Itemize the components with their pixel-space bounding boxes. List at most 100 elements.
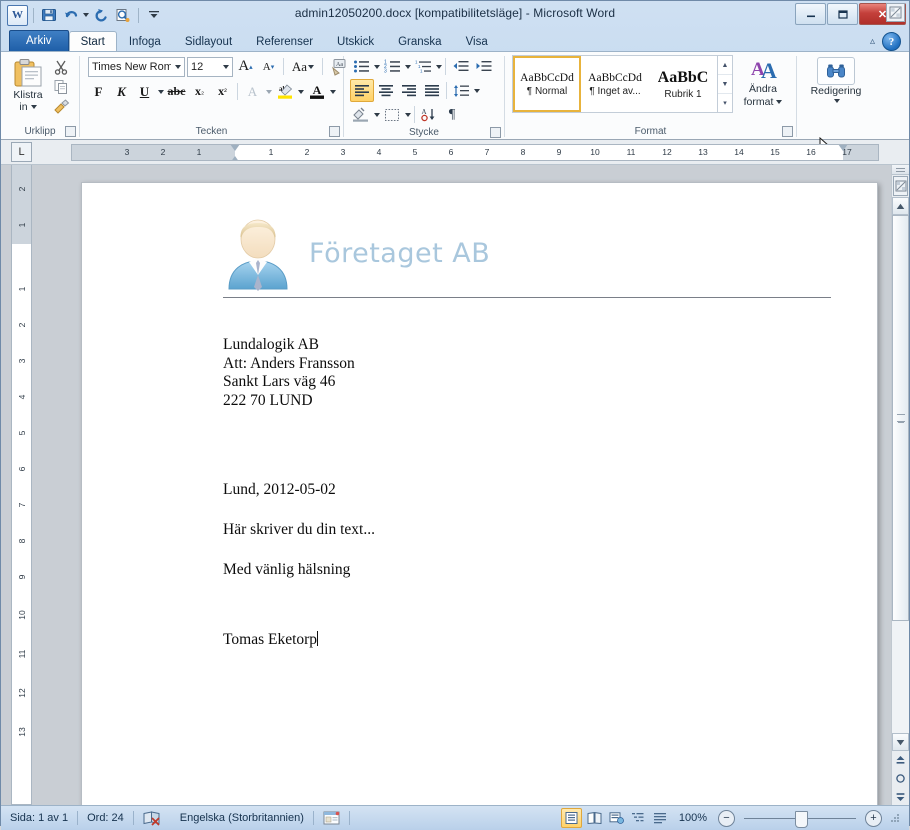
- paste-dropdown-icon[interactable]: [30, 105, 37, 109]
- text-effects-icon[interactable]: A: [242, 81, 263, 102]
- change-styles-dropdown-icon[interactable]: [776, 100, 783, 105]
- highlight-icon[interactable]: ab: [274, 81, 295, 102]
- tab-infoga[interactable]: Infoga: [117, 31, 173, 52]
- help-icon[interactable]: ?: [882, 32, 901, 51]
- subscript-button[interactable]: x₂: [189, 81, 210, 102]
- shading-icon[interactable]: [350, 104, 372, 125]
- line-spacing-icon[interactable]: [450, 80, 472, 101]
- gallery-more-icon[interactable]: ▾: [718, 94, 732, 112]
- font-name-combo[interactable]: Times New Rom: [88, 56, 185, 77]
- bold-button[interactable]: F: [88, 81, 109, 102]
- shading-dropdown-icon[interactable]: [374, 112, 380, 117]
- multilevel-list-icon[interactable]: 1 1 1: [412, 56, 434, 77]
- paragraph-dialog-launcher[interactable]: [490, 127, 501, 138]
- outline-view-button[interactable]: [629, 809, 648, 827]
- font-name-dropdown-icon[interactable]: [175, 64, 181, 69]
- format-painter-icon[interactable]: [51, 98, 71, 116]
- editing-dropdown-icon[interactable]: [833, 98, 840, 103]
- vertical-scrollbar[interactable]: [891, 165, 909, 805]
- text-effects-dropdown-icon[interactable]: [266, 89, 272, 94]
- tab-start[interactable]: Start: [68, 31, 117, 52]
- gallery-scroll-down-icon[interactable]: ▼: [718, 75, 732, 94]
- select-browse-object-button[interactable]: [892, 769, 909, 787]
- select-browse-object-icon[interactable]: [893, 176, 908, 196]
- first-line-indent-marker[interactable]: [230, 144, 240, 151]
- hanging-indent-marker[interactable]: [230, 155, 240, 160]
- borders-icon[interactable]: [381, 104, 403, 125]
- styles-dialog-launcher[interactable]: [782, 126, 793, 137]
- horizontal-ruler[interactable]: 3 2 1 1 2 3 4 5 6 7 8 9 10 11 12 13 14 1…: [71, 143, 879, 161]
- tab-granska[interactable]: Granska: [386, 31, 453, 52]
- tab-sidlayout[interactable]: Sidlayout: [173, 31, 244, 52]
- tab-arkiv[interactable]: Arkiv: [9, 30, 69, 52]
- print-layout-view-button[interactable]: [560, 808, 582, 828]
- scrollbar-track[interactable]: [892, 215, 909, 733]
- decrease-indent-icon[interactable]: [449, 56, 471, 77]
- previous-page-icon[interactable]: [892, 751, 909, 769]
- styles-gallery[interactable]: AaBbCcDd ¶ Normal AaBbCcDd ¶ Inget av...…: [512, 55, 733, 113]
- font-color-icon[interactable]: A: [306, 81, 327, 102]
- editing-button[interactable]: Redigering: [802, 55, 870, 117]
- toggle-ruler-icon[interactable]: [886, 3, 905, 22]
- clipboard-dialog-launcher[interactable]: [65, 126, 76, 137]
- align-center-icon[interactable]: [375, 80, 397, 101]
- gallery-scroll-up-icon[interactable]: ▲: [718, 56, 732, 75]
- scrollbar-thumb[interactable]: [892, 215, 909, 621]
- font-dialog-launcher[interactable]: [329, 126, 340, 137]
- shrink-font-icon[interactable]: A ▾: [258, 56, 279, 77]
- font-size-combo[interactable]: 12: [187, 56, 233, 77]
- align-right-icon[interactable]: [398, 80, 420, 101]
- increase-indent-icon[interactable]: [472, 56, 494, 77]
- proofing-errors-icon[interactable]: [134, 809, 171, 827]
- numbering-dropdown-icon[interactable]: [405, 64, 411, 69]
- tab-utskick[interactable]: Utskick: [325, 31, 386, 52]
- scroll-down-button[interactable]: [892, 733, 909, 751]
- bullets-icon[interactable]: [350, 56, 372, 77]
- change-styles-button[interactable]: A A Ändra format: [737, 55, 789, 117]
- superscript-button[interactable]: x²: [212, 81, 233, 102]
- justify-icon[interactable]: [421, 80, 443, 101]
- bullets-dropdown-icon[interactable]: [374, 64, 380, 69]
- minimize-ribbon-icon[interactable]: ▵: [870, 36, 875, 47]
- maximize-restore-button[interactable]: [827, 3, 858, 25]
- font-size-dropdown-icon[interactable]: [223, 64, 229, 69]
- change-case-icon[interactable]: Aa: [288, 56, 318, 77]
- underline-dropdown-icon[interactable]: [158, 89, 164, 94]
- highlight-dropdown-icon[interactable]: [298, 89, 304, 94]
- line-spacing-dropdown-icon[interactable]: [474, 88, 480, 93]
- style-normal[interactable]: AaBbCcDd ¶ Normal: [513, 56, 581, 112]
- underline-button[interactable]: U: [134, 81, 155, 102]
- change-case-dropdown-icon[interactable]: [308, 64, 315, 69]
- numbering-icon[interactable]: 1 2 3: [381, 56, 403, 77]
- tab-stop-selector[interactable]: L: [11, 142, 32, 162]
- italic-button[interactable]: K: [111, 81, 132, 102]
- document-page[interactable]: Företaget AB Lundalogik AB Att: Anders F…: [81, 182, 878, 805]
- web-layout-view-button[interactable]: [607, 809, 626, 827]
- grow-font-icon[interactable]: A ▴: [235, 56, 256, 77]
- zoom-level[interactable]: 100%: [679, 812, 707, 824]
- style-no-spacing[interactable]: AaBbCcDd ¶ Inget av...: [581, 56, 649, 112]
- draft-view-button[interactable]: [651, 809, 670, 827]
- tab-visa[interactable]: Visa: [454, 31, 500, 52]
- split-bar-icon[interactable]: [892, 165, 909, 175]
- tab-referenser[interactable]: Referenser: [244, 31, 325, 52]
- next-page-icon[interactable]: [892, 787, 909, 805]
- zoom-in-button[interactable]: +: [865, 809, 882, 827]
- align-left-icon[interactable]: [350, 79, 374, 102]
- record-macro-icon[interactable]: [314, 809, 349, 827]
- resize-grip[interactable]: [889, 812, 901, 824]
- vertical-ruler[interactable]: 2 1 1 2 3 4 5 6 7 8 9 10 11 12 13: [11, 165, 32, 805]
- minimize-button[interactable]: [795, 3, 826, 25]
- paste-button[interactable]: Klistra in: [5, 55, 51, 113]
- page-indicator[interactable]: Sida: 1 av 1: [1, 809, 77, 827]
- zoom-out-button[interactable]: −: [718, 809, 735, 827]
- word-count[interactable]: Ord: 24: [78, 809, 133, 827]
- full-screen-reading-view-button[interactable]: [585, 809, 604, 827]
- borders-dropdown-icon[interactable]: [405, 112, 411, 117]
- language-indicator[interactable]: Engelska (Storbritannien): [171, 809, 313, 827]
- zoom-slider-handle[interactable]: [795, 810, 808, 828]
- font-color-dropdown-icon[interactable]: [330, 89, 336, 94]
- cut-icon[interactable]: [51, 58, 71, 76]
- copy-icon[interactable]: [51, 78, 71, 96]
- sort-icon[interactable]: A: [418, 104, 440, 125]
